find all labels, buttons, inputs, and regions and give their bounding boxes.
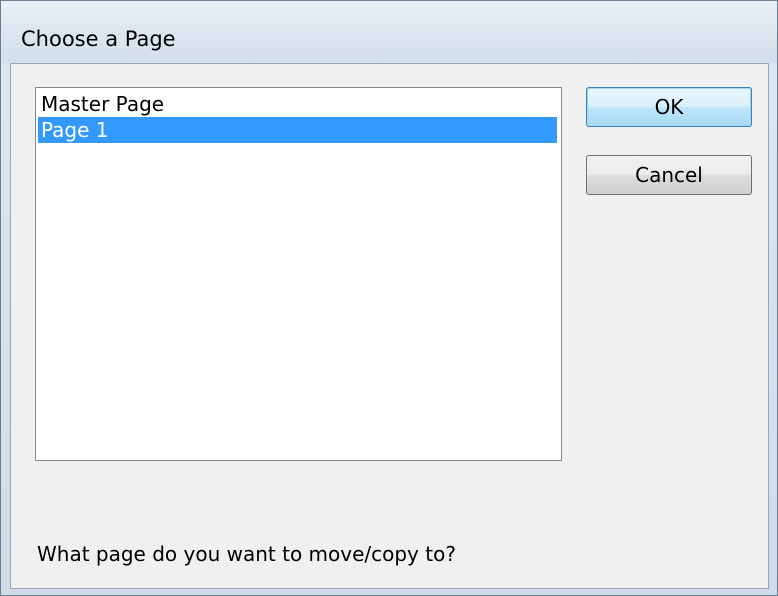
choose-page-dialog: Choose a Page Master Page Page 1 OK Canc… <box>0 0 778 596</box>
ok-button[interactable]: OK <box>586 87 752 127</box>
title-bar[interactable]: Choose a Page <box>1 1 777 63</box>
dialog-body: Master Page Page 1 OK Cancel What page d… <box>10 63 769 589</box>
page-list[interactable]: Master Page Page 1 <box>35 87 562 461</box>
cancel-button[interactable]: Cancel <box>586 155 752 195</box>
move-copy-prompt: What page do you want to move/copy to? <box>37 542 456 566</box>
page-list-item-master-page[interactable]: Master Page <box>38 91 557 117</box>
dialog-title: Choose a Page <box>21 27 176 51</box>
page-list-item-page-1[interactable]: Page 1 <box>38 117 557 143</box>
